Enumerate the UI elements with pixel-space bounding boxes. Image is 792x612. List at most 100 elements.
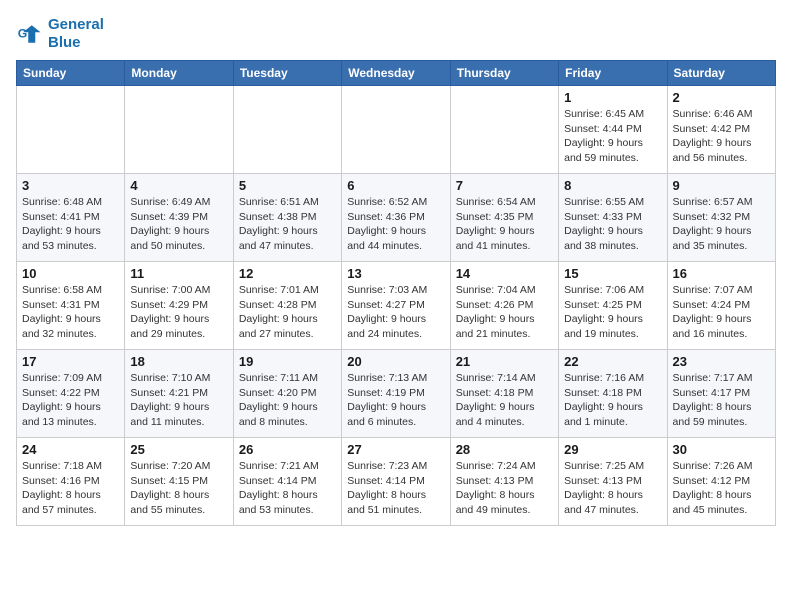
day-info: Sunrise: 7:21 AM Sunset: 4:14 PM Dayligh… bbox=[239, 459, 336, 518]
header-sunday: Sunday bbox=[17, 61, 125, 86]
day-number: 18 bbox=[130, 354, 227, 369]
day-cell: 23Sunrise: 7:17 AM Sunset: 4:17 PM Dayli… bbox=[667, 350, 775, 438]
day-number: 15 bbox=[564, 266, 661, 281]
day-cell: 7 Sunrise: 6:54 AM Sunset: 4:35 PM Daylig… bbox=[450, 174, 558, 262]
day-info: Sunrise: 7:25 AM Sunset: 4:13 PM Dayligh… bbox=[564, 459, 661, 518]
day-info: Sunrise: 6:51 AM Sunset: 4:38 PM Dayligh… bbox=[239, 195, 336, 254]
day-cell: 16Sunrise: 7:07 AM Sunset: 4:24 PM Dayli… bbox=[667, 262, 775, 350]
day-info: Sunrise: 6:48 AM Sunset: 4:41 PM Dayligh… bbox=[22, 195, 119, 254]
day-number: 6 bbox=[347, 178, 444, 193]
day-number: 13 bbox=[347, 266, 444, 281]
logo: G General Blue bbox=[16, 16, 104, 52]
day-number: 29 bbox=[564, 442, 661, 457]
day-cell: 9 Sunrise: 6:57 AM Sunset: 4:32 PM Daylig… bbox=[667, 174, 775, 262]
day-cell: 15 Sunrise: 7:06 AM Sunset: 4:25 PM Dayli… bbox=[559, 262, 667, 350]
day-info: Sunrise: 6:45 AM Sunset: 4:44 PM Dayligh… bbox=[564, 107, 661, 166]
day-info: Sunrise: 7:18 AM Sunset: 4:16 PM Dayligh… bbox=[22, 459, 119, 518]
header-friday: Friday bbox=[559, 61, 667, 86]
day-cell bbox=[125, 86, 233, 174]
day-cell: 10 Sunrise: 6:58 AM Sunset: 4:31 PM Dayli… bbox=[17, 262, 125, 350]
day-number: 17 bbox=[22, 354, 119, 369]
week-row-1: 3 Sunrise: 6:48 AM Sunset: 4:41 PM Daylig… bbox=[17, 174, 776, 262]
day-cell bbox=[233, 86, 341, 174]
header-tuesday: Tuesday bbox=[233, 61, 341, 86]
day-number: 28 bbox=[456, 442, 553, 457]
day-number: 21 bbox=[456, 354, 553, 369]
day-info: Sunrise: 6:58 AM Sunset: 4:31 PM Dayligh… bbox=[22, 283, 119, 342]
day-number: 9 bbox=[673, 178, 770, 193]
day-info: Sunrise: 6:54 AM Sunset: 4:35 PM Dayligh… bbox=[456, 195, 553, 254]
day-cell: 8 Sunrise: 6:55 AM Sunset: 4:33 PM Daylig… bbox=[559, 174, 667, 262]
day-cell: 24 Sunrise: 7:18 AM Sunset: 4:16 PM Dayli… bbox=[17, 438, 125, 526]
day-info: Sunrise: 7:01 AM Sunset: 4:28 PM Dayligh… bbox=[239, 283, 336, 342]
day-cell: 21 Sunrise: 7:14 AM Sunset: 4:18 PM Dayli… bbox=[450, 350, 558, 438]
day-number: 16 bbox=[673, 266, 770, 281]
day-info: Sunrise: 6:52 AM Sunset: 4:36 PM Dayligh… bbox=[347, 195, 444, 254]
week-row-4: 24 Sunrise: 7:18 AM Sunset: 4:16 PM Dayli… bbox=[17, 438, 776, 526]
day-cell: 29 Sunrise: 7:25 AM Sunset: 4:13 PM Dayli… bbox=[559, 438, 667, 526]
day-number: 11 bbox=[130, 266, 227, 281]
day-number: 23 bbox=[673, 354, 770, 369]
day-number: 2 bbox=[673, 90, 770, 105]
day-cell: 3 Sunrise: 6:48 AM Sunset: 4:41 PM Daylig… bbox=[17, 174, 125, 262]
day-number: 1 bbox=[564, 90, 661, 105]
day-cell bbox=[17, 86, 125, 174]
day-info: Sunrise: 7:24 AM Sunset: 4:13 PM Dayligh… bbox=[456, 459, 553, 518]
day-number: 26 bbox=[239, 442, 336, 457]
svg-text:G: G bbox=[18, 27, 28, 41]
day-info: Sunrise: 6:57 AM Sunset: 4:32 PM Dayligh… bbox=[673, 195, 770, 254]
day-cell: 18 Sunrise: 7:10 AM Sunset: 4:21 PM Dayli… bbox=[125, 350, 233, 438]
day-number: 14 bbox=[456, 266, 553, 281]
header: G General Blue bbox=[16, 16, 776, 52]
day-info: Sunrise: 7:16 AM Sunset: 4:18 PM Dayligh… bbox=[564, 371, 661, 430]
day-info: Sunrise: 6:55 AM Sunset: 4:33 PM Dayligh… bbox=[564, 195, 661, 254]
logo-text: General Blue bbox=[48, 16, 104, 52]
day-cell: 30 Sunrise: 7:26 AM Sunset: 4:12 PM Dayli… bbox=[667, 438, 775, 526]
day-info: Sunrise: 7:20 AM Sunset: 4:15 PM Dayligh… bbox=[130, 459, 227, 518]
day-number: 20 bbox=[347, 354, 444, 369]
header-thursday: Thursday bbox=[450, 61, 558, 86]
day-cell: 2 Sunrise: 6:46 AM Sunset: 4:42 PM Daylig… bbox=[667, 86, 775, 174]
header-row: SundayMondayTuesdayWednesdayThursdayFrid… bbox=[17, 61, 776, 86]
day-cell: 20Sunrise: 7:13 AM Sunset: 4:19 PM Dayli… bbox=[342, 350, 450, 438]
day-number: 4 bbox=[130, 178, 227, 193]
day-info: Sunrise: 7:10 AM Sunset: 4:21 PM Dayligh… bbox=[130, 371, 227, 430]
header-saturday: Saturday bbox=[667, 61, 775, 86]
day-cell: 5Sunrise: 6:51 AM Sunset: 4:38 PM Daylig… bbox=[233, 174, 341, 262]
day-info: Sunrise: 7:03 AM Sunset: 4:27 PM Dayligh… bbox=[347, 283, 444, 342]
day-info: Sunrise: 7:11 AM Sunset: 4:20 PM Dayligh… bbox=[239, 371, 336, 430]
day-number: 12 bbox=[239, 266, 336, 281]
day-number: 7 bbox=[456, 178, 553, 193]
day-cell bbox=[450, 86, 558, 174]
day-info: Sunrise: 7:04 AM Sunset: 4:26 PM Dayligh… bbox=[456, 283, 553, 342]
day-cell: 26 Sunrise: 7:21 AM Sunset: 4:14 PM Dayli… bbox=[233, 438, 341, 526]
day-info: Sunrise: 7:06 AM Sunset: 4:25 PM Dayligh… bbox=[564, 283, 661, 342]
day-number: 27 bbox=[347, 442, 444, 457]
header-monday: Monday bbox=[125, 61, 233, 86]
day-number: 24 bbox=[22, 442, 119, 457]
header-wednesday: Wednesday bbox=[342, 61, 450, 86]
day-number: 8 bbox=[564, 178, 661, 193]
day-number: 3 bbox=[22, 178, 119, 193]
day-number: 19 bbox=[239, 354, 336, 369]
day-info: Sunrise: 7:23 AM Sunset: 4:14 PM Dayligh… bbox=[347, 459, 444, 518]
calendar-table: SundayMondayTuesdayWednesdayThursdayFrid… bbox=[16, 60, 776, 526]
day-info: Sunrise: 6:46 AM Sunset: 4:42 PM Dayligh… bbox=[673, 107, 770, 166]
day-cell: 19 Sunrise: 7:11 AM Sunset: 4:20 PM Dayli… bbox=[233, 350, 341, 438]
day-cell: 12 Sunrise: 7:01 AM Sunset: 4:28 PM Dayli… bbox=[233, 262, 341, 350]
day-info: Sunrise: 7:26 AM Sunset: 4:12 PM Dayligh… bbox=[673, 459, 770, 518]
day-cell: 4Sunrise: 6:49 AM Sunset: 4:39 PM Daylig… bbox=[125, 174, 233, 262]
day-cell bbox=[342, 86, 450, 174]
day-cell: 28 Sunrise: 7:24 AM Sunset: 4:13 PM Dayli… bbox=[450, 438, 558, 526]
day-cell: 17Sunrise: 7:09 AM Sunset: 4:22 PM Dayli… bbox=[17, 350, 125, 438]
day-cell: 6 Sunrise: 6:52 AM Sunset: 4:36 PM Daylig… bbox=[342, 174, 450, 262]
day-number: 25 bbox=[130, 442, 227, 457]
day-cell: 13 Sunrise: 7:03 AM Sunset: 4:27 PM Dayli… bbox=[342, 262, 450, 350]
day-number: 30 bbox=[673, 442, 770, 457]
day-number: 10 bbox=[22, 266, 119, 281]
day-cell: 11 Sunrise: 7:00 AM Sunset: 4:29 PM Dayli… bbox=[125, 262, 233, 350]
day-info: Sunrise: 7:14 AM Sunset: 4:18 PM Dayligh… bbox=[456, 371, 553, 430]
day-cell: 1 Sunrise: 6:45 AM Sunset: 4:44 PM Daylig… bbox=[559, 86, 667, 174]
week-row-2: 10 Sunrise: 6:58 AM Sunset: 4:31 PM Dayli… bbox=[17, 262, 776, 350]
day-info: Sunrise: 7:00 AM Sunset: 4:29 PM Dayligh… bbox=[130, 283, 227, 342]
